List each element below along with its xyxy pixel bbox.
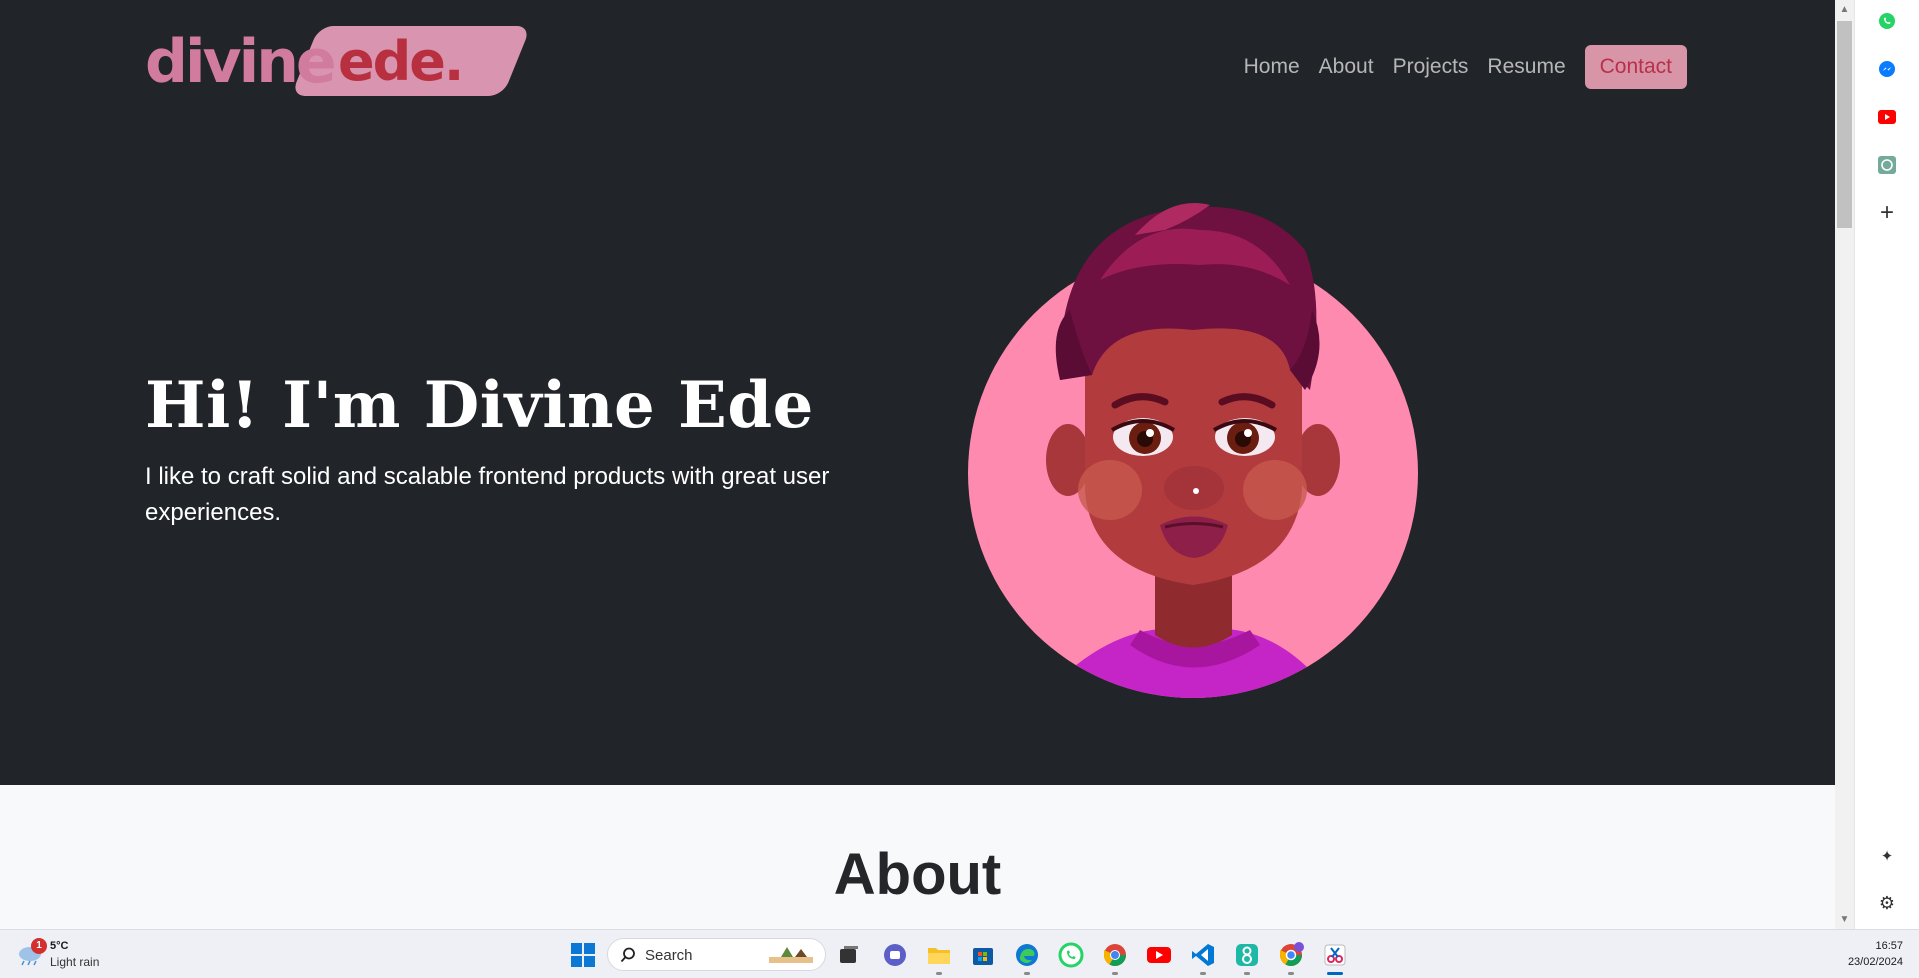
- teams-icon[interactable]: [882, 942, 908, 968]
- chrome-profile-icon[interactable]: [1278, 942, 1304, 968]
- page-scrollbar[interactable]: ▲ ▼: [1835, 0, 1854, 929]
- main-nav: Home About Projects Resume Contact: [1225, 45, 1687, 89]
- pin-icon[interactable]: ✦: [1876, 845, 1898, 867]
- search-highlight-icon: [769, 947, 813, 963]
- snipping-tool-icon[interactable]: [1322, 942, 1348, 968]
- microsoft-store-icon[interactable]: [970, 942, 996, 968]
- weather-temperature: 5°C: [50, 940, 69, 952]
- app-8-icon[interactable]: [1234, 942, 1260, 968]
- browser-viewport: divine ede. Home About Projects Resume C…: [0, 0, 1835, 929]
- hero-subtitle: I like to craft solid and scalable front…: [145, 463, 830, 526]
- file-explorer-running-indicator: [936, 972, 942, 975]
- weather-widget[interactable]: 1 5°C Light rain: [16, 938, 136, 972]
- hero-title: Hi! I'm Divine Ede: [145, 368, 814, 443]
- chrome-profile-running-indicator: [1288, 972, 1294, 975]
- chrome-running-indicator: [1112, 972, 1118, 975]
- windows-taskbar: 1 5°C Light rain Search 16:57 23/02/2024: [0, 929, 1919, 978]
- snipping-tool-active-indicator: [1327, 972, 1343, 975]
- avatar-illustration: [968, 203, 1418, 698]
- taskbar-search-placeholder: Search: [645, 947, 693, 964]
- youtube-taskbar-icon[interactable]: [1146, 942, 1172, 968]
- system-clock[interactable]: 16:57 23/02/2024: [1848, 938, 1903, 970]
- clock-date: 23/02/2024: [1847, 956, 1903, 968]
- settings-icon[interactable]: ⚙: [1876, 892, 1898, 914]
- scrollbar-thumb[interactable]: [1837, 21, 1852, 228]
- vscode-running-indicator: [1200, 972, 1206, 975]
- logo-text-ede: ede.: [338, 30, 464, 93]
- edge-sidebar: + ✦ ⚙: [1854, 0, 1919, 929]
- chrome-icon[interactable]: [1102, 942, 1128, 968]
- messenger-icon[interactable]: [1876, 58, 1898, 80]
- whatsapp-taskbar-icon[interactable]: [1058, 942, 1084, 968]
- scroll-down-arrow-icon[interactable]: ▼: [1835, 910, 1854, 929]
- hero-section: divine ede. Home About Projects Resume C…: [0, 0, 1835, 785]
- youtube-icon[interactable]: [1876, 106, 1898, 128]
- nav-home[interactable]: Home: [1244, 45, 1300, 89]
- edge-icon[interactable]: [1014, 942, 1040, 968]
- chatgpt-icon[interactable]: [1876, 154, 1898, 176]
- clock-time: 16:57: [1875, 940, 1903, 952]
- whatsapp-icon[interactable]: [1876, 10, 1898, 32]
- contact-button[interactable]: Contact: [1584, 45, 1687, 89]
- edge-running-indicator: [1024, 972, 1030, 975]
- weather-alert-badge: 1: [31, 938, 47, 954]
- scroll-up-arrow-icon[interactable]: ▲: [1835, 0, 1854, 19]
- file-explorer-icon[interactable]: [926, 942, 952, 968]
- weather-condition: Light rain: [50, 955, 100, 969]
- app-8-running-indicator: [1244, 972, 1250, 975]
- nav-projects[interactable]: Projects: [1393, 45, 1469, 89]
- nav-resume[interactable]: Resume: [1487, 45, 1565, 89]
- windows-start-icon[interactable]: [570, 942, 596, 968]
- taskbar-search-box[interactable]: Search: [607, 938, 826, 971]
- search-icon: [620, 947, 635, 963]
- site-logo[interactable]: divine ede.: [145, 26, 532, 97]
- task-view-icon[interactable]: [836, 942, 862, 968]
- vscode-icon[interactable]: [1190, 942, 1216, 968]
- logo-text-divine: divine: [145, 27, 337, 97]
- nav-about[interactable]: About: [1319, 45, 1374, 89]
- add-icon[interactable]: +: [1876, 199, 1898, 226]
- about-heading: About: [833, 842, 1002, 907]
